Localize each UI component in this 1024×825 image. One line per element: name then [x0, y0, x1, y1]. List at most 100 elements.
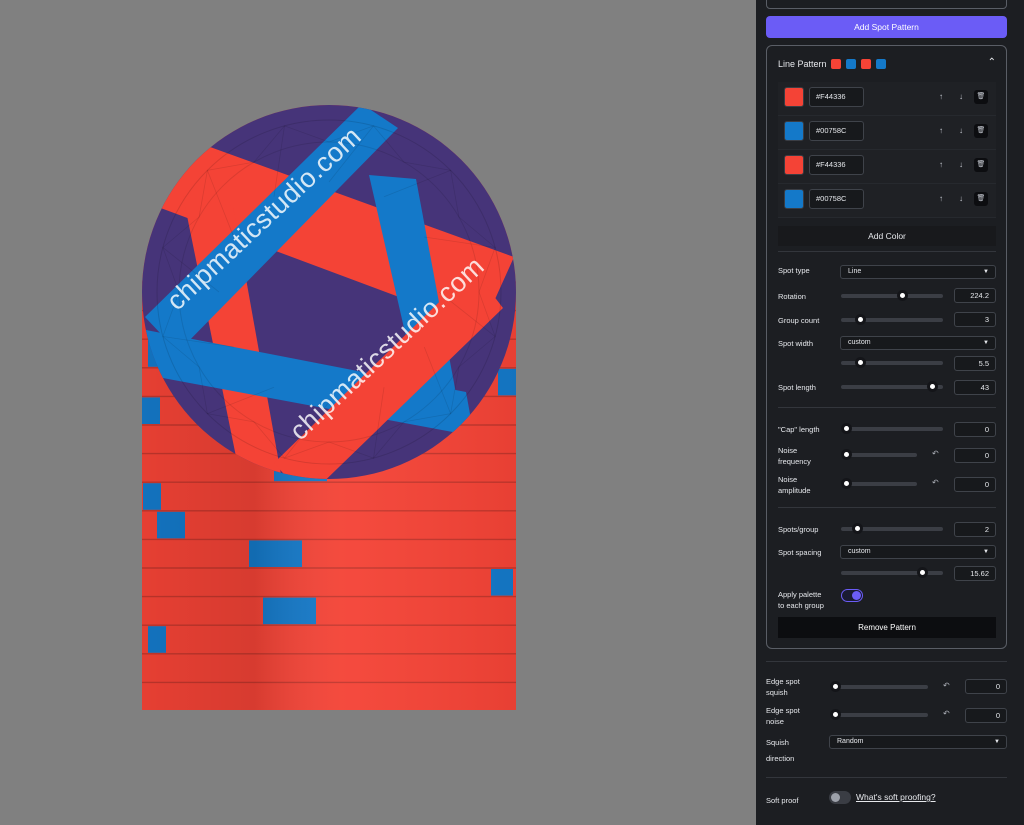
slider-thumb[interactable]: [841, 449, 852, 460]
trash-icon[interactable]: 🗑: [974, 158, 988, 172]
color-chip[interactable]: [784, 189, 804, 209]
caret-down-icon: ▼: [983, 269, 989, 275]
rotation-label: Rotation: [778, 292, 806, 301]
spot-width-mode: custom: [848, 339, 871, 346]
spot-type-select[interactable]: Line ▼: [840, 265, 996, 279]
top-input-field[interactable]: [766, 0, 1007, 9]
noise-frequency-input[interactable]: 0: [954, 448, 996, 463]
chevron-up-icon[interactable]: ⌃: [988, 57, 996, 68]
color-list: #F44336 ↑ ↓ 🗑 #00758C ↑ ↓ 🗑 #F44336 ↑ ↓ …: [778, 82, 996, 218]
soft-proofing-help-link[interactable]: What's soft proofing?: [856, 792, 936, 802]
arrow-up-icon[interactable]: ↑: [934, 124, 948, 138]
caret-down-icon: ▼: [994, 739, 1000, 745]
spot-spacing-input[interactable]: 15.62: [954, 566, 996, 581]
hex-input[interactable]: #F44336: [809, 155, 864, 175]
noise-frequency-label: Noise: [778, 446, 798, 455]
divider: [766, 777, 1007, 778]
cap-length-slider[interactable]: [841, 423, 943, 434]
squish-direction-label: direction: [766, 754, 795, 763]
arrow-down-icon[interactable]: ↓: [954, 90, 968, 104]
chip-preview: chipmaticstudio.com chipmaticstudio.com: [142, 105, 516, 710]
trash-icon[interactable]: 🗑: [974, 90, 988, 104]
remove-pattern-button[interactable]: Remove Pattern: [778, 617, 996, 638]
add-spot-pattern-button[interactable]: Add Spot Pattern: [766, 16, 1007, 38]
arrow-up-icon[interactable]: ↑: [934, 90, 948, 104]
arrow-up-icon[interactable]: ↑: [934, 158, 948, 172]
group-count-input[interactable]: 3: [954, 312, 996, 327]
reset-icon[interactable]: ↶: [943, 681, 950, 690]
color-chip[interactable]: [784, 155, 804, 175]
arrow-down-icon[interactable]: ↓: [954, 192, 968, 206]
edge-spot-noise-slider[interactable]: [830, 709, 928, 720]
group-count-slider[interactable]: [841, 314, 943, 325]
preview-canvas[interactable]: chipmaticstudio.com chipmaticstudio.com: [0, 0, 756, 825]
line-pattern-header[interactable]: Line Pattern ⌃: [767, 46, 1006, 82]
color-chip[interactable]: [784, 87, 804, 107]
slider-thumb[interactable]: [896, 290, 908, 301]
squish-direction-select[interactable]: Random ▼: [829, 735, 1007, 749]
edge-spot-squish-slider[interactable]: [830, 681, 928, 692]
arrow-up-icon[interactable]: ↑: [934, 192, 948, 206]
trash-icon[interactable]: 🗑: [974, 192, 988, 206]
arrow-down-icon[interactable]: ↓: [954, 158, 968, 172]
rotation-input[interactable]: 224.2: [954, 288, 996, 303]
apply-palette-label: to each group: [778, 601, 824, 610]
noise-frequency-slider[interactable]: [841, 449, 917, 460]
edge-spot-squish-label: Edge spot: [766, 677, 800, 686]
caret-down-icon: ▼: [983, 340, 989, 346]
color-chip[interactable]: [784, 121, 804, 141]
slider-thumb[interactable]: [916, 567, 928, 578]
slider-thumb[interactable]: [841, 423, 852, 434]
edge-spot-noise-label: noise: [766, 717, 784, 726]
apply-palette-toggle[interactable]: [841, 589, 863, 602]
spot-length-label: Spot length: [778, 383, 816, 392]
settings-panel: Add Spot Pattern Line Pattern ⌃ #F44336 …: [756, 0, 1024, 825]
arrow-down-icon[interactable]: ↓: [954, 124, 968, 138]
slider-thumb[interactable]: [854, 314, 866, 325]
add-color-button[interactable]: Add Color: [778, 226, 996, 246]
spot-width-select[interactable]: custom ▼: [840, 336, 996, 350]
apply-palette-label: Apply palette: [778, 590, 822, 599]
reset-icon[interactable]: ↶: [943, 709, 950, 718]
edge-spot-squish-input[interactable]: 0: [965, 679, 1007, 694]
toggle-knob: [852, 591, 861, 600]
hex-input[interactable]: #00758C: [809, 189, 864, 209]
noise-amplitude-input[interactable]: 0: [954, 477, 996, 492]
slider-thumb[interactable]: [854, 357, 866, 368]
color-row: #00758C ↑ ↓ 🗑: [778, 116, 996, 150]
hex-input[interactable]: #00758C: [809, 121, 864, 141]
noise-amplitude-slider[interactable]: [841, 478, 917, 489]
spot-type-value: Line: [848, 268, 862, 275]
reset-icon[interactable]: ↶: [932, 478, 939, 487]
spot-width-slider[interactable]: [841, 357, 943, 368]
divider: [778, 407, 996, 408]
swatch: [831, 59, 841, 69]
spot-type-label: Spot type: [778, 266, 810, 275]
rotation-slider[interactable]: [841, 290, 943, 301]
slider-thumb[interactable]: [851, 523, 863, 534]
line-pattern-card: Line Pattern ⌃ #F44336 ↑ ↓ 🗑 #00758C ↑ ↓…: [766, 45, 1007, 649]
noise-amplitude-label: Noise: [778, 475, 798, 484]
trash-icon[interactable]: 🗑: [974, 124, 988, 138]
spots-per-group-slider[interactable]: [841, 523, 943, 534]
edge-spot-noise-input[interactable]: 0: [965, 708, 1007, 723]
divider: [778, 251, 996, 252]
caret-down-icon: ▼: [983, 549, 989, 555]
color-row: #00758C ↑ ↓ 🗑: [778, 184, 996, 218]
spots-per-group-input[interactable]: 2: [954, 522, 996, 537]
spot-length-input[interactable]: 43: [954, 380, 996, 395]
soft-proof-toggle[interactable]: [829, 791, 851, 804]
slider-thumb[interactable]: [830, 681, 841, 692]
spot-spacing-select[interactable]: custom ▼: [840, 545, 996, 559]
spot-spacing-slider[interactable]: [841, 567, 943, 578]
spot-length-slider[interactable]: [841, 381, 943, 392]
reset-icon[interactable]: ↶: [932, 449, 939, 458]
swatch: [861, 59, 871, 69]
cap-length-input[interactable]: 0: [954, 422, 996, 437]
slider-thumb[interactable]: [830, 709, 841, 720]
spot-width-input[interactable]: 5.5: [954, 356, 996, 371]
slider-thumb[interactable]: [841, 478, 852, 489]
group-count-label: Group count: [778, 316, 820, 325]
hex-input[interactable]: #F44336: [809, 87, 864, 107]
slider-thumb[interactable]: [927, 381, 939, 392]
